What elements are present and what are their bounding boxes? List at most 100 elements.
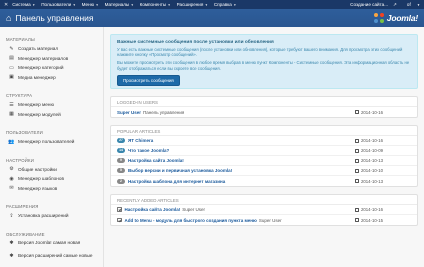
image-icon: ▣ — [9, 74, 14, 81]
menu-menus[interactable]: Меню ▼ — [82, 2, 99, 7]
page-title: Панель управления — [15, 13, 94, 23]
row-date: 2014-10-15 — [355, 218, 383, 223]
menu-users[interactable]: Пользователи ▼ — [41, 2, 75, 7]
row-date: 2014-10-16 — [355, 138, 383, 143]
table-row: 2 Настройка шаблона для интернет магазина… — [111, 176, 417, 186]
row-date: 2014-10-13 — [355, 158, 383, 163]
caret-down-icon: ▼ — [204, 2, 208, 7]
postinstall-alert: Важные системные сообщения после установ… — [110, 34, 418, 89]
sidebar-item[interactable]: ☰ Менеджер меню — [0, 100, 103, 110]
article-link[interactable]: Выбор версии и первичная установка Jooml… — [128, 168, 232, 173]
calendar-icon — [355, 158, 359, 163]
upload-icon: ⇪ — [9, 212, 14, 219]
sidebar-item-label: Менеджер языков — [18, 185, 58, 191]
sidebar-item[interactable]: ⇪ Установка расширений — [0, 211, 103, 221]
sidebar-section-title: НАСТРОЙКИ — [6, 157, 35, 163]
alert-text-2: Вы можете просмотреть эти сообщения в лю… — [117, 60, 410, 71]
sidebar-item[interactable]: ✎ Создать материал — [0, 44, 103, 54]
caret-down-icon: ▼ — [72, 2, 76, 7]
puzzle-icon: ✱ — [9, 252, 14, 259]
table-row: 9 Настройка сайта Joomla! 2014-10-13 — [111, 156, 417, 166]
article-link[interactable]: Что такое Joomla? — [128, 148, 169, 153]
caret-down-icon: ▼ — [32, 2, 36, 7]
article-link[interactable]: Настройка сайта Joomla! — [128, 158, 184, 163]
modules-icon: ▦ — [9, 111, 14, 118]
top-menu-bar: ✕ Система ▼ Пользователи ▼ Меню ▼ Материалы… — [0, 0, 424, 9]
joomla-logo: Joomla! — [373, 12, 418, 24]
hits-badge: 2 — [117, 178, 125, 184]
article-link[interactable]: Настройка сайта Joomla! — [125, 207, 181, 212]
recent-articles-panel: RECENTLY ADDED ARTICLES Настройка сайта … — [110, 194, 418, 226]
checkmark-icon — [117, 207, 122, 212]
sidebar-item-label: Общие настройки — [18, 166, 57, 172]
sidebar-item[interactable]: ✉ Менеджер языков — [0, 184, 103, 194]
panel-title: RECENTLY ADDED ARTICLES — [111, 195, 417, 205]
calendar-icon — [355, 110, 359, 114]
main-content: Важные системные сообщения после установ… — [104, 27, 424, 267]
top-menu: ✕ Система ▼ Пользователи ▼ Меню ▼ Материалы… — [0, 0, 242, 9]
author-name: Super User — [182, 207, 206, 212]
sidebar-item[interactable]: ▣ Медиа менеджер — [0, 73, 103, 83]
calendar-icon — [355, 218, 359, 222]
row-date: 2014-10-09 — [355, 148, 383, 153]
table-row: Настройка сайта Joomla! Super User 2014-10… — [111, 205, 417, 215]
table-row: Super User Панель управления 2014-10-16 — [111, 107, 417, 117]
calendar-icon — [355, 179, 359, 183]
sidebar-item-label: Версия расширений самые новые — [18, 252, 93, 258]
user-name-link[interactable]: Super User — [117, 110, 141, 115]
sidebar-item-label: Менеджер материалов — [18, 55, 69, 61]
sidebar-item-label: Версия Joomla! самая новая — [18, 239, 81, 245]
sidebar-section-title: ПОЛЬЗОВАТЕЛИ — [6, 130, 43, 135]
panel-title: LOGGED-IN USERS — [111, 97, 417, 107]
sidebar-section-title: РАСШИРЕНИЯ — [6, 204, 39, 209]
menu-content[interactable]: Материалы ▼ — [105, 2, 134, 7]
gear-icon: ⚙ — [9, 166, 14, 173]
row-date: 2014-10-16 — [355, 207, 383, 212]
checkmark-icon — [117, 217, 122, 223]
caret-down-icon: ▼ — [95, 2, 99, 7]
site-link[interactable]: Создание сайта... — [350, 2, 388, 7]
sidebar-item-label: Установка расширений — [18, 213, 69, 219]
sidebar: МАТЕРИАЛЫ ✎ Создать материал ▤ Менеджер мате… — [0, 27, 104, 267]
article-link[interactable]: Add to Menu - модуль для быстрого создан… — [125, 218, 257, 223]
sidebar-item[interactable]: ▭ Менеджер категорий — [0, 63, 103, 73]
article-link[interactable]: ЯТ Chimera — [128, 138, 153, 143]
joomla-logo-icon — [373, 12, 385, 24]
menu-help[interactable]: Справка ▼ — [214, 2, 237, 7]
caret-down-icon: ▼ — [233, 2, 237, 7]
calendar-icon — [355, 168, 359, 173]
recent-list: Настройка сайта Joomla! Super User 2014-10… — [111, 205, 417, 225]
view-messages-button[interactable]: Просмотреть сообщения — [117, 74, 180, 86]
sidebar-item-label: Менеджер модулей — [18, 111, 61, 117]
sidebar-item[interactable]: ▤ Менеджер материалов — [0, 54, 103, 64]
popular-articles-panel: POPULAR ARTICLES 27 ЯТ Chimera 2014-10-16 1… — [110, 125, 418, 187]
author-name: Super User — [258, 217, 282, 223]
popular-list: 27 ЯТ Chimera 2014-10-16 14 Что такое Joomla… — [111, 136, 417, 186]
menu-system[interactable]: Система ▼ — [12, 2, 35, 7]
menu-extensions[interactable]: Расширения ▼ — [177, 2, 208, 7]
user-menu[interactable]: of ▼ — [402, 2, 420, 7]
sidebar-item[interactable]: ▦ Менеджер модулей — [0, 110, 103, 120]
sidebar-item[interactable]: ◉ Менеджер шаблонов — [0, 174, 103, 184]
article-link[interactable]: Настройка шаблона для интернет магазина — [128, 179, 225, 184]
comment-icon: ✉ — [9, 185, 14, 192]
sidebar-item[interactable]: ✱ Версия расширений самые новые — [0, 252, 103, 265]
menu-components[interactable]: Компоненты ▼ — [140, 2, 171, 7]
table-row: 27 ЯТ Chimera 2014-10-16 — [111, 136, 417, 146]
caret-down-icon: ▼ — [167, 2, 171, 7]
external-link-icon[interactable]: ↗ — [393, 2, 397, 8]
panel-title: POPULAR ARTICLES — [111, 126, 417, 136]
stack-icon: ▤ — [9, 55, 14, 62]
sidebar-item[interactable]: 👥 Менеджер пользователей — [0, 137, 103, 147]
hits-badge: 5 — [117, 168, 125, 173]
calendar-icon — [355, 148, 359, 153]
sidebar-item-label: Менеджер категорий — [18, 65, 64, 71]
sidebar-item[interactable]: ⚙ Общие настройки — [0, 165, 103, 175]
hits-badge: 14 — [117, 148, 125, 153]
sidebar-item[interactable]: ✱ Версия Joomla! самая новая — [0, 239, 103, 252]
alert-heading: Важные системные сообщения после установ… — [117, 40, 274, 45]
caret-down-icon: ▼ — [130, 2, 134, 7]
joomla-small-icon[interactable]: ✕ — [4, 2, 8, 8]
page-header: ⌂ Панель управления Joomla! — [0, 9, 424, 27]
alert-text-1: У вас есть важные системные сообщения (п… — [117, 47, 403, 58]
